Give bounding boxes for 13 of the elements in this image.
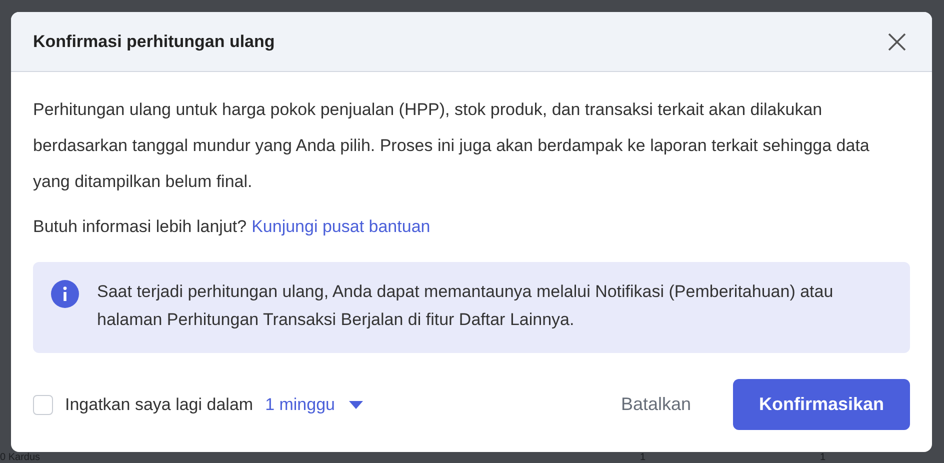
description-paragraph: Perhitungan ulang untuk harga pokok penjualan (HPP), stok produk, dan transaksi terkait akan dilakukan berdasarkan tanggal mundur yang Anda pilih. Proses ini juga akan berdampak ke laporan terkait sehingga data yang ditampilkan belum final.: [33, 99, 870, 193]
reminder-label: Ingatkan saya lagi dalam: [65, 394, 254, 416]
confirm-button[interactable]: Konfirmasikan: [733, 379, 910, 430]
close-button[interactable]: [886, 30, 908, 52]
help-link[interactable]: Kunjungi pusat bantuan: [252, 214, 430, 240]
info-text: Saat terjadi perhitungan ulang, Anda dapat memantaunya melalui Notifikasi (Pemberitahuan) atau halaman Perhitungan Transaksi Berjalan di fitur Daftar Lainnya.: [97, 280, 834, 330]
dialog-title: Konfirmasi perhitungan ulang: [33, 30, 275, 53]
checkbox[interactable]: [33, 394, 53, 414]
help-text: Butuh informasi lebih lanjut?: [33, 216, 247, 238]
caret-icon: [349, 400, 363, 408]
info-icon: [51, 280, 79, 308]
cancel-button[interactable]: Batalkan: [598, 379, 713, 430]
duration-dropdown[interactable]: 1 minggu: [265, 392, 363, 418]
